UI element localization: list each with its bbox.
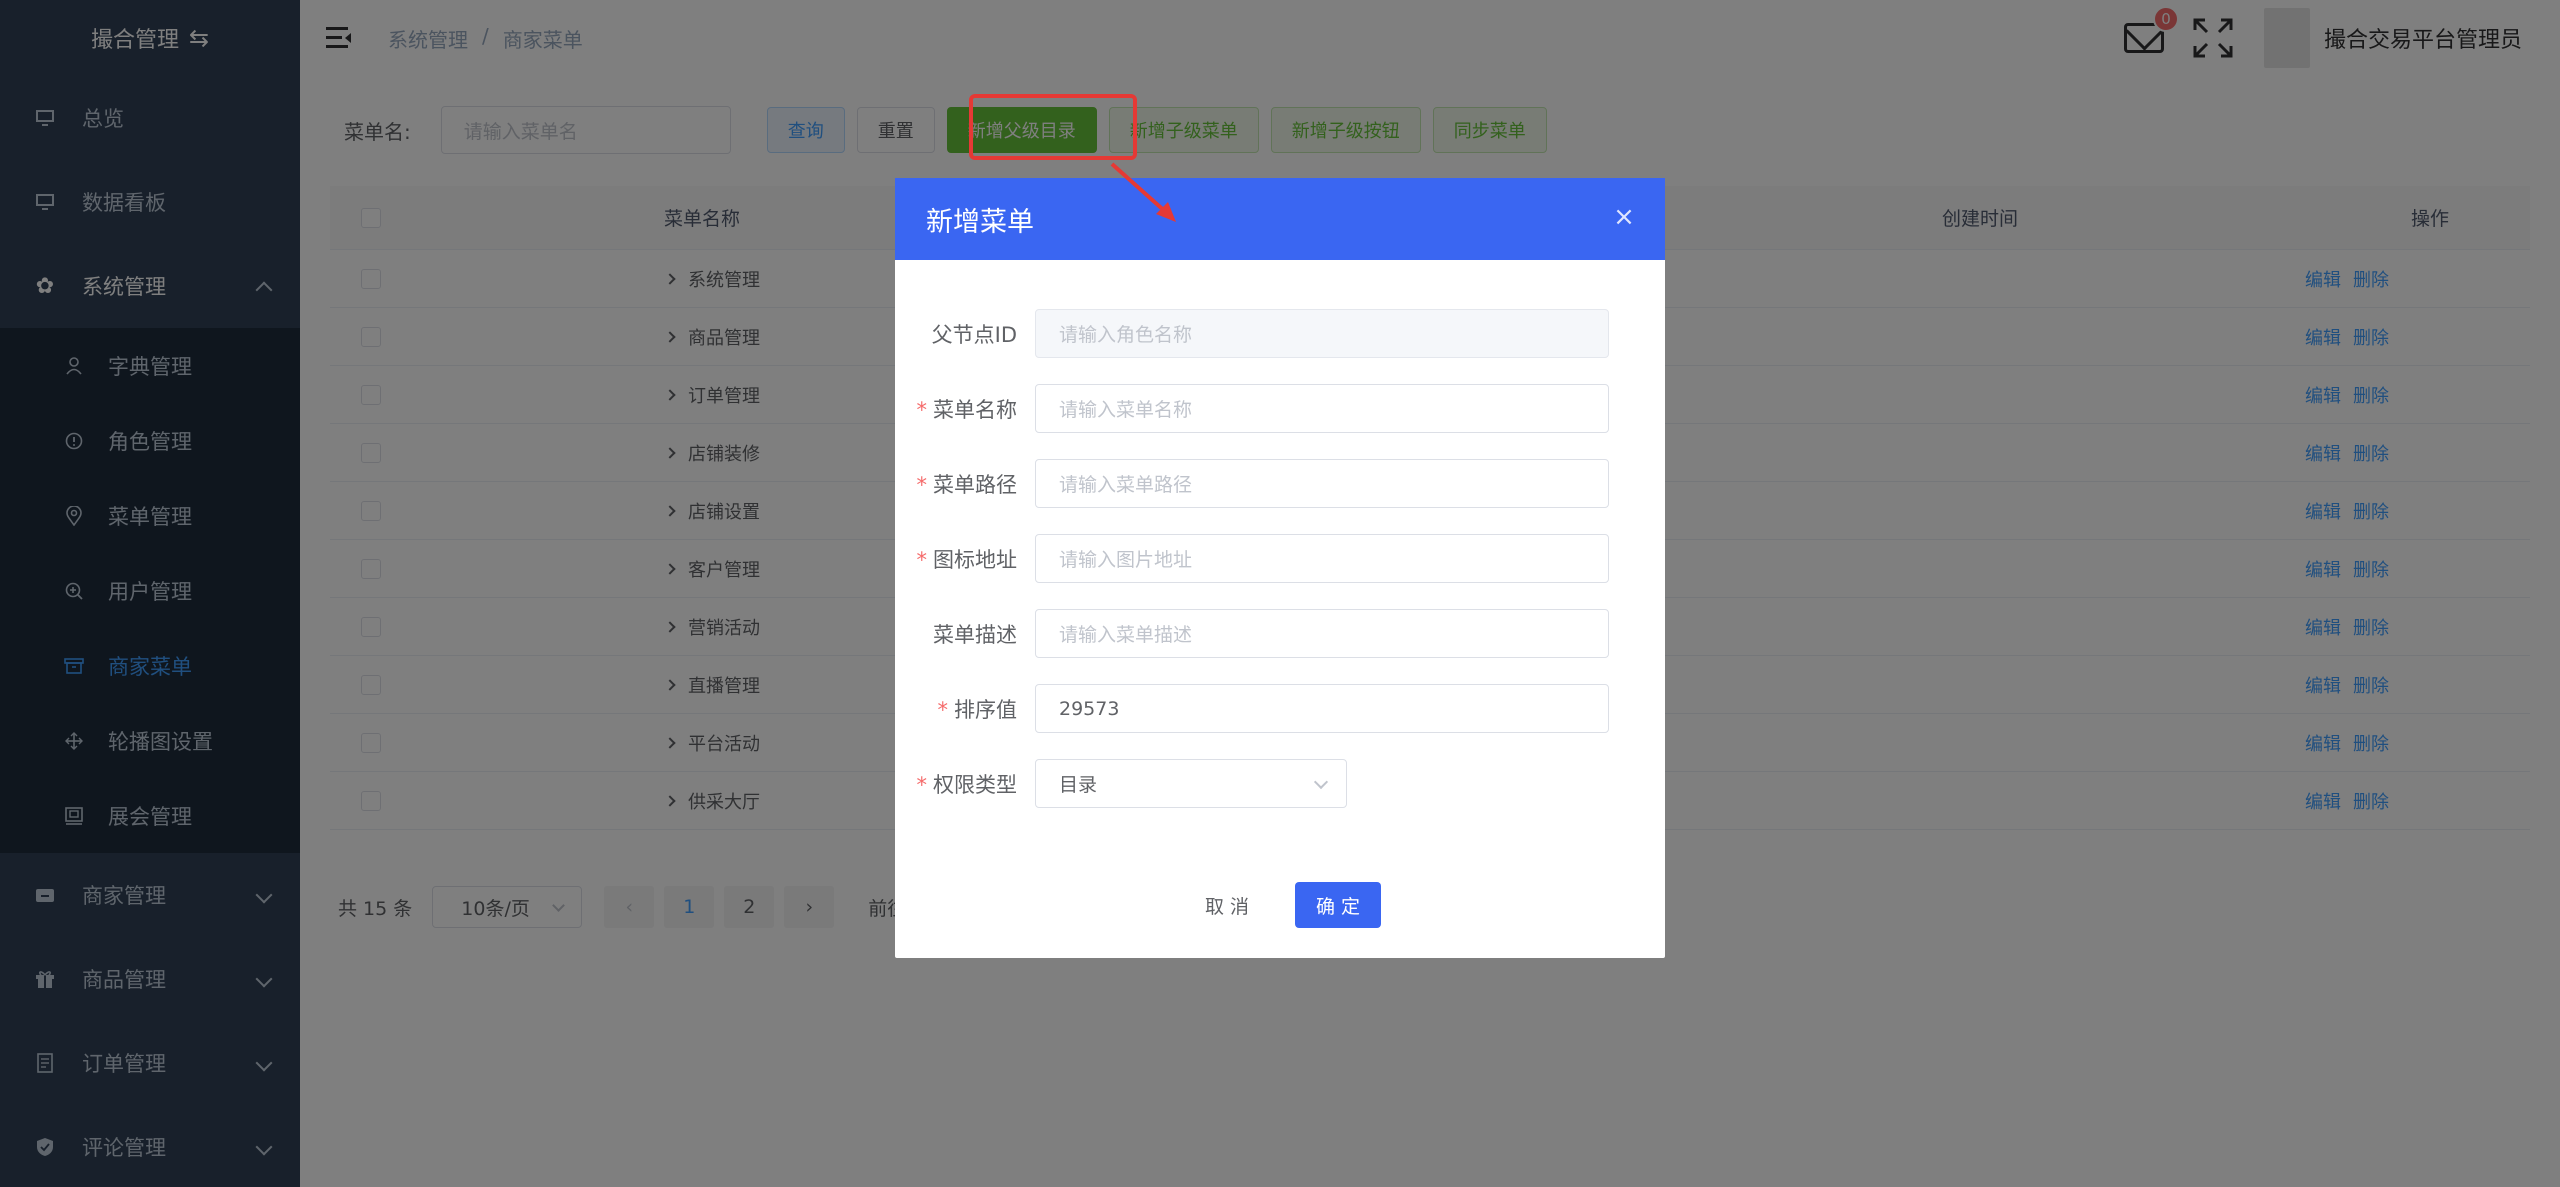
form-label: * 权限类型 [916, 772, 1018, 797]
cancel-button[interactable]: 取 消 [1179, 882, 1275, 928]
dialog-title: 新增菜单 [926, 206, 1034, 238]
form-label: * 菜单名称 [916, 397, 1018, 422]
form-row-permission-type: * 权限类型 目录 [895, 746, 1665, 821]
add-menu-dialog: 新增菜单 × 父节点ID 请输入角色名称 * 菜单名称 请输入菜单名称 * 菜单路径… [895, 178, 1665, 958]
confirm-button[interactable]: 确 定 [1295, 882, 1382, 928]
form-label: * 图标地址 [916, 547, 1018, 572]
close-icon[interactable]: × [1613, 204, 1635, 230]
form-label: 父节点ID [931, 322, 1017, 347]
menu-form: 父节点ID 请输入角色名称 * 菜单名称 请输入菜单名称 * 菜单路径 请输入菜单路… [895, 260, 1665, 821]
menu-name-field[interactable]: 请输入菜单名称 [1035, 384, 1609, 433]
form-row-menu-desc: 菜单描述 请输入菜单描述 [895, 596, 1665, 671]
form-label: 菜单描述 [933, 622, 1017, 647]
sort-value-field[interactable]: 29573 [1035, 684, 1609, 733]
permission-type-select[interactable]: 目录 [1035, 759, 1347, 808]
form-row-sort: * 排序值 29573 [895, 671, 1665, 746]
parent-id-field: 请输入角色名称 [1035, 309, 1609, 358]
menu-path-field[interactable]: 请输入菜单路径 [1035, 459, 1609, 508]
menu-description-field[interactable]: 请输入菜单描述 [1035, 609, 1609, 658]
icon-url-field[interactable]: 请输入图片地址 [1035, 534, 1609, 583]
annotation-arrow-icon [1110, 162, 1176, 222]
form-row-parent-id: 父节点ID 请输入角色名称 [895, 296, 1665, 371]
form-row-menu-name: * 菜单名称 请输入菜单名称 [895, 371, 1665, 446]
dialog-header: 新增菜单 × [895, 178, 1665, 260]
chevron-down-icon [1313, 774, 1329, 790]
annotation-highlight-box [969, 94, 1137, 160]
form-row-icon-url: * 图标地址 请输入图片地址 [895, 521, 1665, 596]
form-label: * 菜单路径 [916, 472, 1018, 497]
dialog-footer: 取 消 确 定 [895, 882, 1665, 928]
form-label: * 排序值 [937, 697, 1018, 722]
form-row-menu-path: * 菜单路径 请输入菜单路径 [895, 446, 1665, 521]
